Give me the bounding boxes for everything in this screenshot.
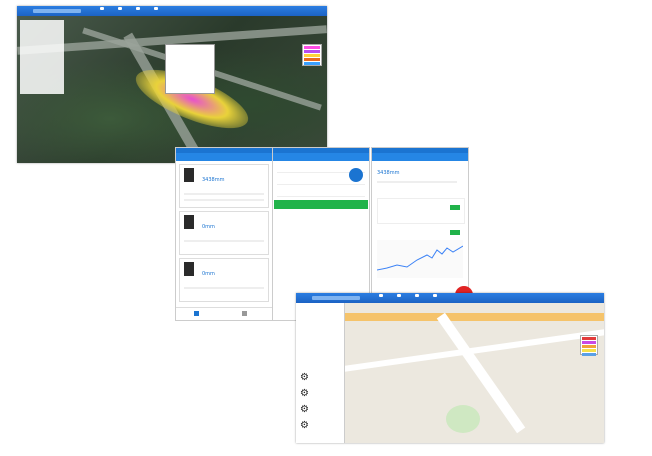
- nav-item-1[interactable]: [374, 294, 388, 302]
- nav-icon: [433, 294, 437, 297]
- app-header: [372, 153, 468, 161]
- map-legend: [580, 335, 598, 356]
- nav-icon: [118, 7, 122, 10]
- home-tab-icon[interactable]: [194, 311, 199, 316]
- bottom-tab-bar[interactable]: [176, 307, 272, 320]
- confirm-button[interactable]: [274, 200, 368, 209]
- gear-icon[interactable]: ⚙: [300, 421, 310, 431]
- nav-icon: [379, 294, 383, 297]
- phone-screen-list: 3438mm 0mm 0mm: [175, 147, 273, 321]
- app-title-placeholder: [312, 296, 360, 300]
- card-divider: [184, 240, 264, 242]
- app-title-placeholder: [33, 9, 81, 13]
- map-road-major: [336, 313, 604, 321]
- sensor-value: 3438mm: [202, 177, 225, 183]
- gear-icon[interactable]: ⚙: [300, 405, 310, 415]
- nav-item-1[interactable]: [95, 7, 109, 15]
- nav-icon: [100, 7, 104, 10]
- sensor-icon: [184, 262, 194, 276]
- legend-swatch: [582, 345, 596, 348]
- gear-icon[interactable]: ⚙: [300, 389, 310, 399]
- nav-icon: [136, 7, 140, 10]
- sensor-card[interactable]: 3438mm: [179, 164, 269, 208]
- chart-svg: [376, 245, 464, 271]
- card-divider: [184, 199, 264, 201]
- legend-swatch: [304, 58, 320, 61]
- action-circle-button[interactable]: [349, 168, 363, 182]
- nav-item-3[interactable]: [410, 294, 424, 302]
- gear-icon[interactable]: ⚙: [300, 373, 310, 383]
- legend-swatch: [582, 349, 596, 352]
- green-action-button[interactable]: [450, 230, 460, 235]
- map-park: [446, 405, 480, 433]
- legend-swatch: [582, 341, 596, 344]
- app-header: [273, 153, 369, 161]
- nav-item-3[interactable]: [131, 7, 145, 15]
- info-popup: [165, 44, 215, 94]
- nav-item-4[interactable]: [149, 7, 163, 15]
- nav-icon: [397, 294, 401, 297]
- detail-section: [377, 198, 465, 224]
- legend-swatch: [304, 54, 320, 57]
- legend-swatch: [304, 46, 320, 49]
- form-row[interactable]: [277, 188, 365, 197]
- sensor-icon: [184, 215, 194, 229]
- sensor-card[interactable]: 0mm: [179, 258, 269, 302]
- nav-item-4[interactable]: [428, 294, 442, 302]
- nav-item-2[interactable]: [113, 7, 127, 15]
- nav-icon: [154, 7, 158, 10]
- left-panel[interactable]: ⚙ ⚙ ⚙ ⚙: [296, 303, 345, 443]
- line-chart: [376, 240, 464, 278]
- top-nav-bar: [296, 293, 604, 303]
- nav-icon: [415, 294, 419, 297]
- sensor-value: 0mm: [202, 224, 215, 230]
- green-action-button[interactable]: [450, 205, 460, 210]
- sensor-icon: [184, 168, 194, 182]
- sensor-card[interactable]: 0mm: [179, 211, 269, 255]
- chart-series: [376, 245, 464, 271]
- left-tool-panel[interactable]: [20, 20, 64, 94]
- card-divider: [184, 193, 264, 195]
- detail-value: 3438mm: [377, 170, 400, 176]
- profile-tab-icon[interactable]: [242, 311, 247, 316]
- legend-swatch: [582, 337, 596, 340]
- popup-row: [166, 73, 214, 77]
- card-divider: [184, 287, 264, 289]
- detail-line: [377, 181, 457, 183]
- nav-item-2[interactable]: [392, 294, 406, 302]
- desktop-window-bottom: ⚙ ⚙ ⚙ ⚙: [296, 293, 604, 443]
- legend-swatch: [304, 50, 320, 53]
- desktop-window-top: [17, 6, 327, 163]
- top-nav-bar: [17, 6, 327, 16]
- legend-swatch: [304, 62, 320, 65]
- app-header: [176, 153, 272, 161]
- map-legend: [302, 44, 322, 66]
- legend-swatch: [582, 353, 596, 356]
- sensor-value: 0mm: [202, 271, 215, 277]
